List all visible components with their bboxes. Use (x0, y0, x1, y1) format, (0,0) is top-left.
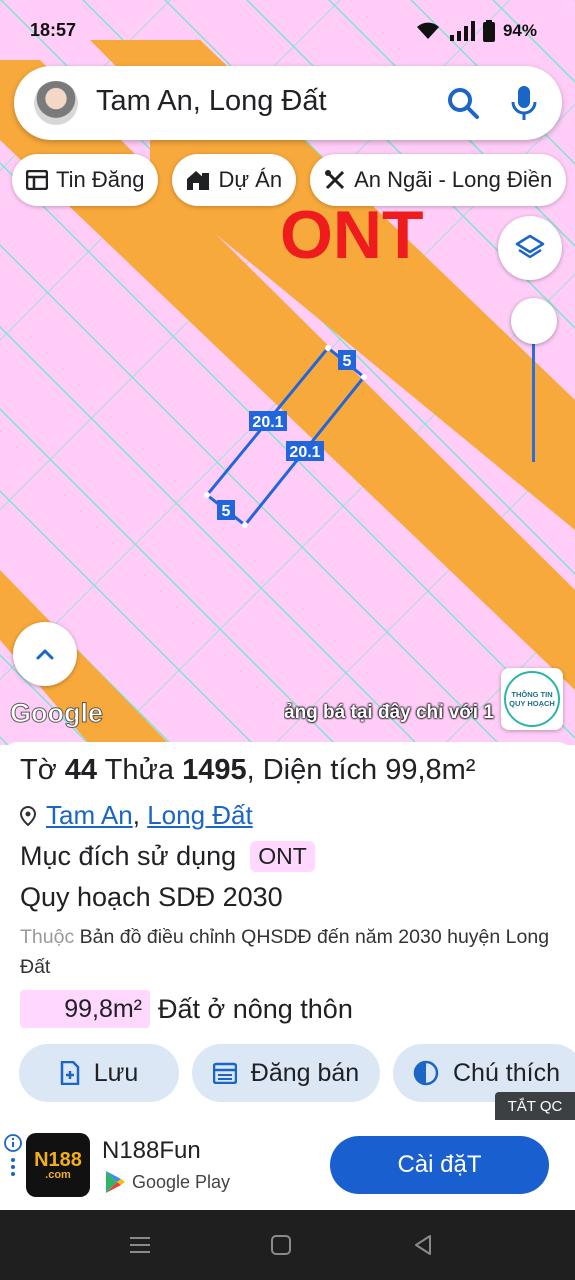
district-link[interactable]: Long Đất (147, 800, 253, 830)
install-button[interactable]: Cài đặT (330, 1136, 549, 1194)
parcel-edge-label: 20.1 (289, 444, 320, 461)
tools-icon (325, 170, 345, 190)
battery-icon (482, 20, 495, 42)
chip-label: An Ngãi - Long Điền (354, 167, 553, 192)
recent-apps-icon[interactable] (127, 1232, 153, 1258)
location-separator: , (132, 800, 140, 830)
action-buttons: Lưu Đăng bán Chú thích (19, 1044, 575, 1102)
land-type-label: Đất ở nông thôn (158, 993, 353, 1024)
planning-info-logo: THÔNG TIN QUY HOẠCH (504, 671, 560, 727)
chip-tin-dang[interactable]: Tin Đăng (12, 154, 159, 206)
store-name: Google Play (132, 1171, 231, 1192)
search-bar[interactable]: Tam An, Long Đất (14, 66, 562, 140)
ad-banner[interactable]: N188 .com N188Fun Google Play Cài đặT (0, 1120, 575, 1210)
belongs-prefix: Thuộc (20, 926, 75, 948)
store-row: Google Play (104, 1170, 230, 1194)
layers-icon (515, 234, 545, 259)
chip-an-ngai-long-dien[interactable]: An Ngãi - Long Điền (310, 154, 567, 206)
app-icon-subtext: .com (45, 1168, 71, 1181)
plot-label: Thửa (104, 754, 174, 786)
save-button[interactable]: Lưu (19, 1044, 179, 1102)
search-icon[interactable] (446, 86, 480, 120)
location-row: Tam An, Long Đất (20, 800, 253, 831)
ad-info-icon[interactable] (4, 1134, 22, 1182)
avatar[interactable] (34, 81, 78, 125)
post-sale-button[interactable]: Đăng bán (192, 1044, 380, 1102)
project-icon (187, 171, 210, 190)
signal-icon (449, 21, 475, 41)
parcel-title: Tờ 44 Thửa 1495, Diện tích 99,8m² (20, 754, 475, 787)
sheet-number: 44 (64, 754, 98, 786)
plan-title: Quy hoạch SDĐ 2030 (20, 882, 283, 912)
location-pin-icon (20, 805, 36, 826)
purpose-row: Mục đích sử dụng ONT (20, 841, 315, 872)
chevron-up-icon (36, 649, 54, 660)
sheet-label: Tờ (20, 754, 57, 786)
parcel-edge-label: 5 (343, 353, 352, 370)
system-nav-bar (0, 1210, 575, 1280)
planning-info-button[interactable]: THÔNG TIN QUY HOẠCH (501, 668, 563, 730)
layers-button[interactable] (498, 216, 562, 280)
purpose-label: Mục đích sử dụng (20, 841, 237, 871)
google-play-icon (106, 1171, 125, 1193)
plot-number: 1495 (182, 754, 247, 786)
back-icon[interactable] (410, 1232, 436, 1258)
belongs-to-text: Thuộc Bản đồ điều chỉnh QHSDĐ đến năm 20… (20, 922, 555, 982)
status-icons: 94% (415, 20, 537, 42)
zone-label: ONT (280, 197, 424, 273)
calendar-icon (212, 1062, 237, 1084)
save-icon (60, 1061, 79, 1085)
parcel-edge-label: 5 (222, 503, 231, 520)
search-input[interactable]: Tam An, Long Đất (96, 85, 327, 118)
status-time: 18:57 (30, 20, 77, 40)
contrast-icon (413, 1060, 439, 1086)
chip-label: Tin Đăng (56, 167, 145, 192)
land-type-row: 99,8m² Đất ở nông thôn (20, 990, 353, 1028)
area-value: 99,8m² (385, 754, 476, 786)
belongs-map-name: Bản đồ điều chỉnh QHSDĐ đến năm 2030 huy… (20, 926, 550, 978)
listing-icon (26, 170, 48, 190)
google-logo: Google (10, 698, 104, 729)
legend-button-label: Chú thích (453, 1058, 561, 1087)
parcel-info-sheet: Tờ 44 Thửa 1495, Diện tích 99,8m² Tam An… (0, 742, 575, 1122)
status-bar: 18:57 94% (0, 0, 575, 62)
parcel-edge-label: 20.1 (252, 414, 283, 431)
commune-link[interactable]: Tam An (46, 800, 133, 830)
post-sale-button-label: Đăng bán (250, 1058, 360, 1087)
land-area-badge: 99,8m² (20, 990, 150, 1028)
app-icon-text: N188 (34, 1148, 82, 1171)
map-ad-ribbon[interactable]: ảng bá tại đây chỉ với 1 (284, 702, 499, 724)
opacity-slider-thumb[interactable] (511, 298, 557, 344)
close-ad-button[interactable]: TẮT QC (495, 1092, 575, 1120)
filter-chips: Tin Đăng Dự Án An Ngãi - Long Điền (12, 154, 567, 206)
battery-level: 94% (502, 21, 537, 40)
expand-up-button[interactable] (13, 622, 77, 686)
app-icon[interactable]: N188 .com (26, 1133, 90, 1197)
area-label: , Diện tích (246, 754, 378, 786)
app-name: N188Fun (102, 1137, 201, 1164)
chip-du-an[interactable]: Dự Án (172, 154, 297, 206)
save-button-label: Lưu (93, 1058, 139, 1087)
wifi-icon (416, 22, 439, 39)
purpose-code-badge: ONT (250, 841, 315, 872)
opacity-slider-track[interactable] (532, 340, 535, 462)
microphone-icon[interactable] (508, 84, 540, 122)
home-icon[interactable] (268, 1232, 294, 1258)
chip-label: Dự Án (218, 167, 283, 192)
